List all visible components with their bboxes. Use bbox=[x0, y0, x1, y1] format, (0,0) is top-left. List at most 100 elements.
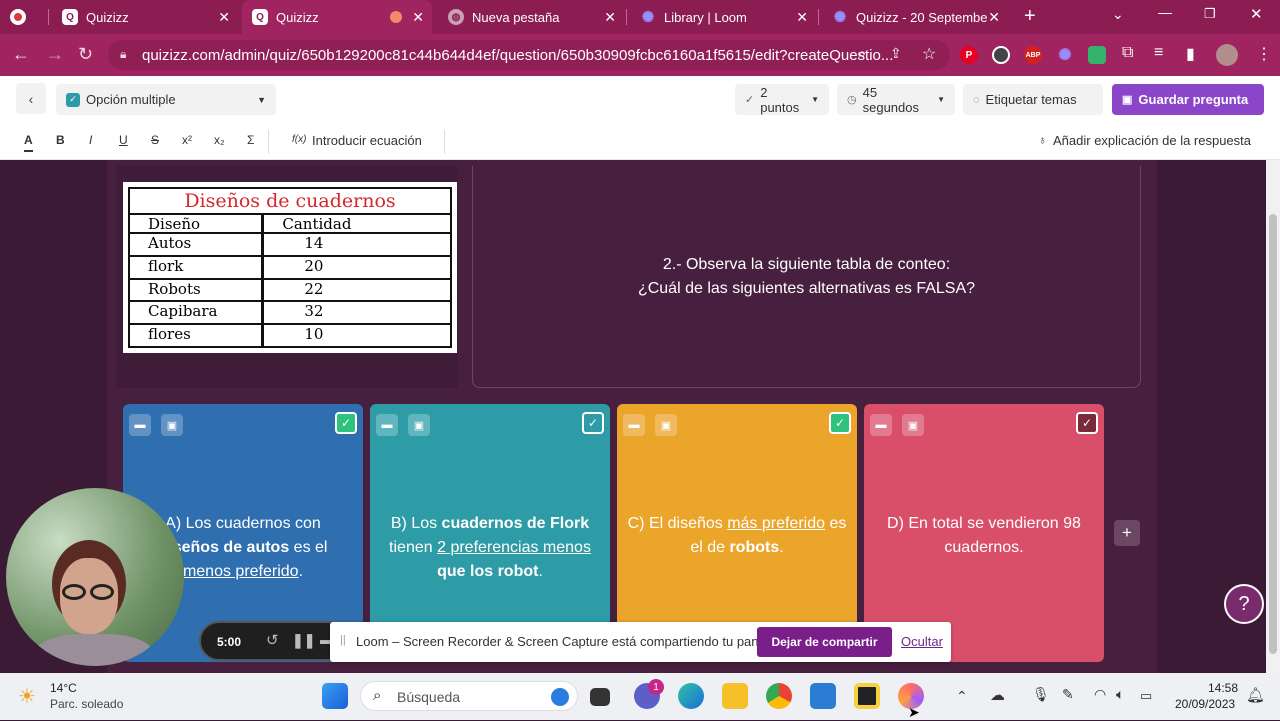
stop-sharing-button[interactable]: Dejar de compartir bbox=[757, 627, 892, 657]
question-text-box[interactable]: 2.- Observa la siguiente tabla de conteo… bbox=[472, 166, 1141, 388]
adblock-icon[interactable]: ABP bbox=[1024, 46, 1042, 64]
image-icon[interactable]: ▣ bbox=[408, 414, 430, 436]
pen-icon[interactable]: ✎ bbox=[1062, 686, 1074, 703]
loom-extension-icon[interactable]: ✺ bbox=[1056, 46, 1074, 64]
tag-topics-button[interactable]: ◌ Etiquetar temas bbox=[963, 84, 1103, 115]
weather-temp[interactable]: 14°C bbox=[50, 681, 77, 695]
points-select[interactable]: ✓ 2 puntos ▼ bbox=[735, 84, 829, 115]
chrome-icon[interactable] bbox=[766, 683, 792, 709]
green-extension-icon[interactable] bbox=[1088, 46, 1106, 64]
puzzle-icon[interactable]: ⧉ bbox=[1122, 44, 1133, 62]
zoom-icon[interactable]: ⌕ bbox=[858, 45, 866, 62]
correct-check-icon[interactable]: ✓ bbox=[829, 412, 851, 434]
question-image[interactable]: Diseños de cuadernos Diseño Cantidad Aut… bbox=[123, 182, 457, 353]
correct-check-icon[interactable]: ✓ bbox=[1076, 412, 1098, 434]
add-explanation-button[interactable]: Añadir explicación de la respuesta bbox=[1053, 133, 1251, 148]
back-chevron-icon[interactable]: ‹ bbox=[16, 83, 46, 114]
extension-circle-icon[interactable] bbox=[992, 46, 1010, 64]
share-icon[interactable]: ⇪ bbox=[890, 45, 902, 62]
symbol-button[interactable]: Σ bbox=[247, 133, 254, 147]
minimize-icon[interactable]: — bbox=[1158, 4, 1172, 20]
help-button[interactable]: ? bbox=[1224, 584, 1264, 624]
trash-icon[interactable]: ▬ bbox=[129, 414, 151, 436]
image-icon[interactable]: ▣ bbox=[902, 414, 924, 436]
subscript-button[interactable]: x₂ bbox=[214, 133, 225, 147]
bold-button[interactable]: B bbox=[56, 133, 65, 147]
pause-icon[interactable]: ❚❚ bbox=[292, 632, 315, 649]
tab-quizizz-loom[interactable]: ✺ Quizizz - 20 September ✕ bbox=[822, 0, 1008, 34]
onedrive-icon[interactable]: ☁ bbox=[990, 686, 1005, 704]
underline-button[interactable]: U bbox=[119, 133, 128, 147]
image-icon[interactable]: ▣ bbox=[161, 414, 183, 436]
reload-icon[interactable]: ↻ bbox=[78, 44, 93, 65]
avatar[interactable] bbox=[1216, 44, 1238, 66]
trash-icon[interactable]: ▬ bbox=[376, 414, 398, 436]
back-arrow-icon[interactable]: ← bbox=[12, 44, 30, 65]
image-icon[interactable]: ▣ bbox=[655, 414, 677, 436]
italic-button[interactable]: I bbox=[89, 133, 92, 147]
trash-icon[interactable]: ▬ bbox=[870, 414, 892, 436]
tab-recording[interactable] bbox=[0, 0, 48, 34]
trash-icon[interactable]: ▬ bbox=[623, 414, 645, 436]
tab-new[interactable]: ◍ Nueva pestaña ✕ bbox=[438, 0, 624, 34]
correct-check-icon[interactable]: ✓ bbox=[335, 412, 357, 434]
sidepanel-icon[interactable]: ▮ bbox=[1186, 44, 1195, 64]
image-table-cell: Autos bbox=[130, 234, 265, 255]
media-icon[interactable]: ≡ bbox=[1154, 44, 1163, 62]
tab-loom-library[interactable]: ✺ Library | Loom ✕ bbox=[630, 0, 816, 34]
sticky-notes-icon[interactable] bbox=[854, 683, 880, 709]
weather-desc[interactable]: Parc. soleado bbox=[50, 697, 123, 711]
close-icon[interactable]: ✕ bbox=[988, 8, 1000, 26]
add-option-button[interactable]: + bbox=[1114, 520, 1140, 546]
close-icon[interactable]: ✕ bbox=[796, 9, 808, 26]
wifi-icon[interactable]: ◠ bbox=[1094, 686, 1106, 703]
close-icon[interactable]: ✕ bbox=[604, 9, 616, 26]
microphone-icon[interactable]: 🎙︎ bbox=[1032, 686, 1050, 703]
task-view-icon[interactable] bbox=[590, 688, 610, 706]
drag-handle-icon[interactable]: || bbox=[340, 634, 346, 646]
strikethrough-button[interactable]: S bbox=[151, 133, 159, 147]
clock-date[interactable]: 20/09/2023 bbox=[1175, 697, 1235, 711]
restart-icon[interactable]: ↺ bbox=[266, 631, 279, 649]
new-tab-icon[interactable]: + bbox=[1024, 5, 1036, 28]
url-field[interactable]: 🔒︎ quizizz.com/admin/quiz/650b129200c81c… bbox=[108, 40, 950, 70]
file-explorer-icon[interactable] bbox=[722, 683, 748, 709]
word-icon[interactable] bbox=[810, 683, 836, 709]
option-b-text[interactable]: B) Los cuadernos de Flork tienen 2 prefe… bbox=[380, 512, 600, 584]
volume-icon[interactable]: 🔈︎ bbox=[1116, 686, 1124, 703]
more-menu-icon[interactable]: ⋮ bbox=[1256, 44, 1272, 64]
insert-equation-button[interactable]: Introducir ecuación bbox=[312, 133, 422, 148]
tab-quizizz-1[interactable]: Q Quizizz ✕ bbox=[52, 0, 238, 34]
tab-quizizz-2[interactable]: Q Quizizz ✕ bbox=[242, 0, 432, 34]
pinterest-icon[interactable]: P bbox=[960, 46, 978, 64]
superscript-button[interactable]: x² bbox=[182, 133, 192, 147]
chevron-down-icon[interactable]: ⌄ bbox=[1112, 6, 1124, 23]
windows-start-icon[interactable] bbox=[322, 683, 348, 709]
battery-icon[interactable]: ▭ bbox=[1140, 688, 1152, 704]
restore-icon[interactable]: ❐ bbox=[1204, 6, 1216, 22]
webcam-bubble[interactable] bbox=[6, 488, 184, 666]
scrollbar[interactable] bbox=[1266, 160, 1280, 673]
hide-link[interactable]: Ocultar bbox=[901, 634, 943, 649]
edge-icon[interactable] bbox=[678, 683, 704, 709]
question-type-select[interactable]: ✓ Opción multiple ▼ bbox=[56, 84, 276, 115]
tray-chevron-icon[interactable]: ⌃ bbox=[956, 688, 968, 705]
taskbar-search[interactable]: ⌕ Búsqueda bbox=[360, 681, 578, 711]
text-color-button[interactable]: A bbox=[24, 133, 33, 152]
notifications-icon[interactable]: 🔔︎ bbox=[1246, 686, 1265, 704]
bookmark-star-icon[interactable]: ☆ bbox=[922, 44, 936, 64]
save-question-button[interactable]: ▣ Guardar pregunta bbox=[1112, 84, 1264, 115]
weather-icon[interactable]: ☀ bbox=[18, 684, 36, 709]
correct-check-icon[interactable]: ✓ bbox=[582, 412, 604, 434]
option-d-text[interactable]: D) En total se vendieron 98 cuadernos. bbox=[874, 512, 1094, 560]
clock-time[interactable]: 14:58 bbox=[1208, 681, 1238, 695]
image-table-cell: 22 bbox=[304, 279, 324, 298]
close-icon[interactable]: ✕ bbox=[218, 9, 230, 26]
save-label: Guardar pregunta bbox=[1138, 92, 1249, 107]
forward-arrow-icon[interactable]: → bbox=[46, 44, 64, 65]
loom-timer: 5:00 bbox=[217, 635, 242, 649]
close-icon[interactable]: ✕ bbox=[412, 9, 424, 26]
window-close-icon[interactable]: ✕ bbox=[1250, 5, 1263, 23]
time-select[interactable]: ◷ 45 segundos ▼ bbox=[837, 84, 955, 115]
option-c-text[interactable]: C) El diseños más preferido es el de rob… bbox=[627, 512, 847, 560]
